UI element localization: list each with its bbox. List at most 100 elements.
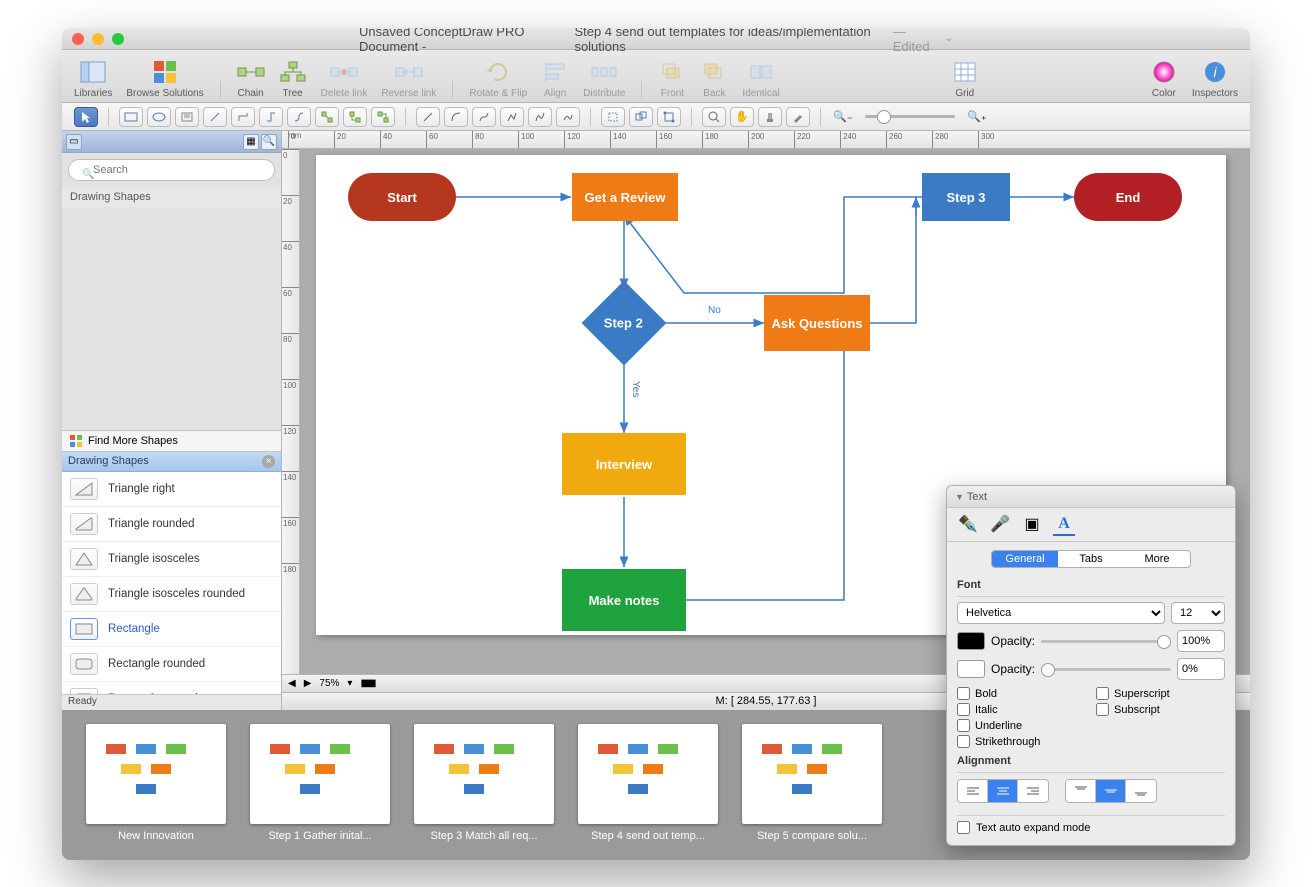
search-input[interactable]	[68, 159, 275, 181]
font-family-select[interactable]: Helvetica	[957, 602, 1165, 624]
bold-checkbox[interactable]: Bold	[957, 687, 1086, 700]
sidebar-view-list[interactable]: ▭	[66, 134, 82, 150]
browse-solutions-button[interactable]: Browse Solutions	[122, 58, 207, 99]
page-thumbnail[interactable]: Step 1 Gather inital...	[250, 724, 390, 854]
page-thumbnail[interactable]: Step 5 compare solu...	[742, 724, 882, 854]
align-left-button[interactable]	[958, 780, 988, 802]
identical-button[interactable]: Identical	[738, 58, 783, 99]
flowchart-review-node[interactable]: Get a Review	[572, 173, 678, 221]
zoom-window-button[interactable]	[112, 33, 124, 45]
subtab-more[interactable]: More	[1124, 551, 1190, 567]
shape-item[interactable]: Triangle right	[62, 472, 281, 507]
close-window-button[interactable]	[72, 33, 84, 45]
minimize-window-button[interactable]	[92, 33, 104, 45]
freehand-tool[interactable]	[556, 107, 580, 127]
select-all-tool[interactable]	[601, 107, 625, 127]
page-thumbnail[interactable]: New Innovation	[86, 724, 226, 854]
ellipse-tool[interactable]	[147, 107, 171, 127]
front-button[interactable]: Front	[654, 58, 690, 99]
rotate-flip-button[interactable]: Rotate & Flip	[465, 58, 531, 99]
spline-tool[interactable]	[528, 107, 552, 127]
shape-item[interactable]: Triangle isosceles rounded	[62, 577, 281, 612]
close-palette-icon[interactable]: ×	[262, 455, 275, 468]
valign-top-button[interactable]	[1066, 780, 1096, 802]
subtab-tabs[interactable]: Tabs	[1058, 551, 1124, 567]
zoom-in-button[interactable]: 🔍₊	[965, 107, 989, 127]
strikethrough-checkbox[interactable]: Strikethrough	[957, 735, 1086, 748]
back-button[interactable]: Back	[696, 58, 732, 99]
text-opacity-value[interactable]	[1177, 630, 1225, 652]
palette-header[interactable]: Drawing Shapes ×	[62, 452, 281, 472]
shape-item[interactable]: Rectangle curved	[62, 682, 281, 695]
sidebar-view-grid[interactable]: ▦	[243, 134, 259, 150]
inspector-tab-mic-icon[interactable]: 🎤	[989, 514, 1011, 536]
reverse-link-button[interactable]: Reverse link	[377, 58, 440, 99]
edit-points-tool[interactable]	[657, 107, 681, 127]
font-size-select[interactable]: 12	[1171, 602, 1225, 624]
connector-tool-4[interactable]	[287, 107, 311, 127]
inspector-tab-pen-icon[interactable]: ✒️	[957, 514, 979, 536]
connector-tool-7[interactable]	[371, 107, 395, 127]
connector-tool-6[interactable]	[343, 107, 367, 127]
text-color-swatch[interactable]	[957, 632, 985, 650]
text-opacity-slider[interactable]	[1041, 640, 1171, 643]
bg-opacity-value[interactable]	[1177, 658, 1225, 680]
shape-item[interactable]: Triangle rounded	[62, 507, 281, 542]
align-right-button[interactable]	[1018, 780, 1048, 802]
flowchart-notes-node[interactable]: Make notes	[562, 569, 686, 631]
distribute-button[interactable]: Distribute	[579, 58, 629, 99]
connector-tool-1[interactable]	[203, 107, 227, 127]
inspector-title[interactable]: ▼Text	[947, 486, 1235, 508]
sidebar-search-button[interactable]: 🔍	[261, 134, 277, 150]
flowchart-decision-node[interactable]: Step 2	[582, 281, 667, 366]
flowchart-interview-node[interactable]: Interview	[562, 433, 686, 495]
italic-checkbox[interactable]: Italic	[957, 703, 1086, 716]
chain-button[interactable]: Chain	[233, 58, 269, 99]
superscript-checkbox[interactable]: Superscript	[1096, 687, 1225, 700]
underline-checkbox[interactable]: Underline	[957, 719, 1086, 732]
stamp-tool[interactable]	[758, 107, 782, 127]
page-thumbnail[interactable]: Step 4 send out temp...	[578, 724, 718, 854]
align-center-button[interactable]	[988, 780, 1018, 802]
flowchart-start-node[interactable]: Start	[348, 173, 456, 221]
grid-button[interactable]: Grid	[947, 58, 983, 99]
libraries-button[interactable]: Libraries	[70, 58, 116, 99]
curve-tool[interactable]	[472, 107, 496, 127]
connector-tool-2[interactable]	[231, 107, 255, 127]
page-thumbnail[interactable]: Step 3 Match all req...	[414, 724, 554, 854]
inspector-tab-shadow-icon[interactable]: ▣	[1021, 514, 1043, 536]
inspectors-button[interactable]: iInspectors	[1188, 58, 1242, 99]
valign-middle-button[interactable]	[1096, 780, 1126, 802]
zoom-tool[interactable]	[702, 107, 726, 127]
flowchart-ask-node[interactable]: Ask Questions	[764, 295, 870, 351]
zoom-dropdown-icon[interactable]: ▾	[347, 678, 352, 689]
arc-tool[interactable]	[444, 107, 468, 127]
group-tool[interactable]	[629, 107, 653, 127]
subtab-general[interactable]: General	[992, 551, 1058, 567]
find-more-shapes-button[interactable]: Find More Shapes	[62, 430, 281, 452]
inspector-tab-font-icon[interactable]: A	[1053, 514, 1075, 536]
title-chevron-icon[interactable]: ⌄	[945, 33, 953, 44]
rectangle-tool[interactable]	[119, 107, 143, 127]
line-tool[interactable]	[416, 107, 440, 127]
shape-item[interactable]: Rectangle	[62, 612, 281, 647]
pan-tool[interactable]: ✋	[730, 107, 754, 127]
prev-page-button[interactable]: ◀	[288, 678, 296, 689]
bg-opacity-slider[interactable]	[1041, 668, 1171, 671]
flowchart-end-node[interactable]: End	[1074, 173, 1182, 221]
valign-bottom-button[interactable]	[1126, 780, 1156, 802]
text-inspector[interactable]: ▼Text ✒️ 🎤 ▣ A General Tabs More Font He…	[946, 485, 1236, 846]
shape-item[interactable]: Triangle isosceles	[62, 542, 281, 577]
shape-item[interactable]: Rectangle rounded	[62, 647, 281, 682]
next-page-button[interactable]: ▶	[304, 678, 312, 689]
delete-link-button[interactable]: Delete link	[317, 58, 372, 99]
eyedropper-tool[interactable]	[786, 107, 810, 127]
polyline-tool[interactable]	[500, 107, 524, 127]
zoom-out-button[interactable]: 🔍₋	[831, 107, 855, 127]
subscript-checkbox[interactable]: Subscript	[1096, 703, 1225, 716]
zoom-value[interactable]: 75%	[319, 678, 339, 689]
inspector-subtabs[interactable]: General Tabs More	[991, 550, 1191, 568]
align-button[interactable]: Align	[537, 58, 573, 99]
tree-button[interactable]: Tree	[275, 58, 311, 99]
color-button[interactable]: Color	[1146, 58, 1182, 99]
